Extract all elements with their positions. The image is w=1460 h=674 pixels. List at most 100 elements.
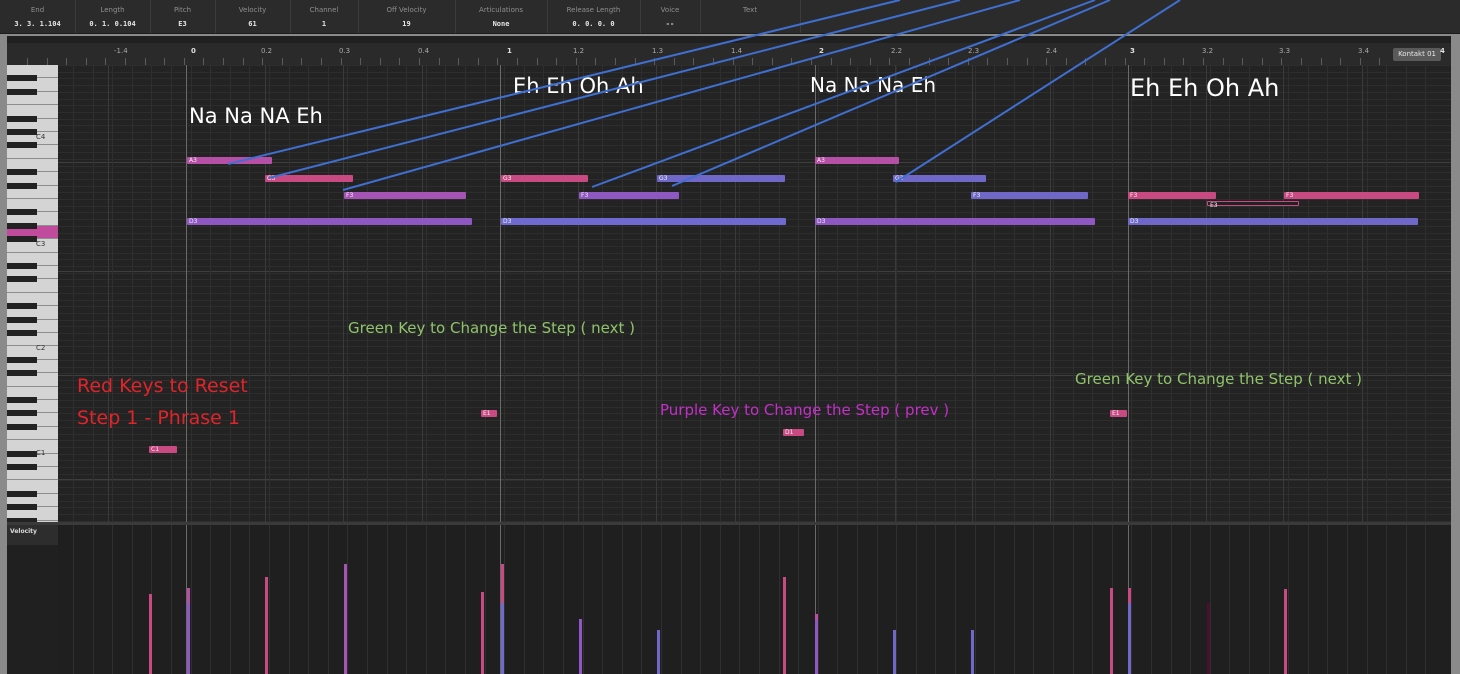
ruler-tick: [1222, 58, 1224, 65]
grid-column: [1288, 65, 1290, 522]
velocity-bar[interactable]: [657, 630, 660, 674]
note-e1[interactable]: E1: [481, 410, 497, 417]
black-key[interactable]: [7, 222, 37, 229]
black-key[interactable]: [7, 504, 37, 511]
info-field-value[interactable]: --: [640, 20, 700, 28]
velocity-bar[interactable]: [1284, 589, 1287, 674]
note-f3[interactable]: F3: [971, 192, 1088, 199]
velocity-grid-line: [719, 525, 721, 674]
note-f3[interactable]: F3: [579, 192, 679, 199]
black-key[interactable]: [7, 356, 37, 363]
info-field-value[interactable]: E3: [150, 20, 215, 28]
note-d3[interactable]: D3: [187, 218, 472, 225]
black-key[interactable]: [7, 316, 37, 323]
black-key[interactable]: [7, 263, 37, 269]
black-key[interactable]: [7, 209, 37, 216]
info-field-value[interactable]: 19: [358, 20, 455, 28]
black-key[interactable]: [7, 423, 37, 430]
note-d3[interactable]: D3: [501, 218, 786, 225]
velocity-bar[interactable]: [893, 630, 896, 674]
info-field[interactable]: Channel 1: [290, 0, 359, 33]
note-e1[interactable]: E1: [1110, 410, 1127, 417]
black-key[interactable]: [7, 75, 37, 82]
info-field[interactable]: Pitch E3: [150, 0, 216, 33]
black-key[interactable]: [7, 276, 37, 283]
note-g3[interactable]: G3: [657, 175, 785, 182]
velocity-grid-line: [347, 525, 349, 674]
black-key[interactable]: [7, 129, 37, 135]
velocity-bar[interactable]: [149, 594, 152, 674]
ruler-tick: [1183, 58, 1185, 65]
velocity-lane[interactable]: [58, 525, 1451, 674]
info-field-value[interactable]: 1: [290, 20, 358, 28]
note-e3[interactable]: E3: [1207, 201, 1299, 209]
info-field[interactable]: Articulations None: [455, 0, 548, 33]
black-key[interactable]: [7, 142, 37, 149]
note-a3[interactable]: A3: [815, 157, 899, 164]
black-key[interactable]: [7, 450, 37, 457]
info-field-value[interactable]: 0. 1. 0.104: [75, 20, 150, 28]
octave-label: C2: [36, 344, 46, 352]
note-f3[interactable]: F3: [1128, 192, 1216, 199]
black-key[interactable]: [7, 490, 37, 497]
note-a3[interactable]: A3: [187, 157, 272, 164]
info-field[interactable]: End 3. 3. 1.104: [0, 0, 76, 33]
velocity-grid-line: [367, 525, 368, 674]
note-f3[interactable]: F3: [344, 192, 466, 199]
grid-row: [58, 507, 1451, 509]
piano-keyboard[interactable]: C4 C3 C2 C1: [7, 65, 59, 534]
track-selector[interactable]: Kontakt 01: [1393, 48, 1441, 61]
black-key[interactable]: [7, 236, 37, 243]
velocity-bar[interactable]: [815, 620, 818, 674]
black-key[interactable]: [7, 370, 37, 377]
velocity-bar[interactable]: [187, 603, 190, 674]
velocity-bar[interactable]: [1207, 603, 1210, 674]
info-field-value[interactable]: 3. 3. 1.104: [0, 20, 75, 28]
info-field[interactable]: Voice --: [640, 0, 701, 33]
ruler-tick: [1144, 58, 1146, 65]
info-field-value[interactable]: None: [455, 20, 547, 28]
info-field[interactable]: Text: [700, 0, 801, 33]
black-key[interactable]: [7, 182, 37, 189]
black-key[interactable]: [7, 88, 37, 95]
note-f3[interactable]: F3: [1284, 192, 1419, 199]
note-d3[interactable]: D3: [815, 218, 1095, 225]
velocity-bar[interactable]: [783, 577, 786, 674]
velocity-bar[interactable]: [265, 577, 268, 674]
ruler-tick: [477, 58, 479, 65]
velocity-bar[interactable]: [971, 630, 974, 674]
info-field-value[interactable]: 0. 0. 0. 0: [547, 20, 640, 28]
ruler-tick: [262, 58, 264, 65]
note-grid[interactable]: A3 G3 F3 D3 G3 F3 G3 D3 A3 G3 F3 D3 F3 E3 F3 D3 C1 E1 D1 E1: [58, 65, 1451, 522]
black-key[interactable]: [7, 330, 37, 336]
grid-row: [58, 306, 1451, 308]
note-d1[interactable]: D1: [783, 429, 804, 436]
info-field[interactable]: Off Velocity 19: [358, 0, 456, 33]
note-c1[interactable]: C1: [149, 446, 177, 453]
controller-lane-header[interactable]: Velocity: [7, 525, 59, 545]
velocity-bar[interactable]: [1110, 588, 1113, 674]
velocity-bar[interactable]: [501, 603, 504, 674]
black-key[interactable]: [7, 410, 37, 417]
black-key[interactable]: [7, 397, 37, 403]
velocity-bar[interactable]: [481, 592, 484, 674]
note-g3[interactable]: G3: [501, 175, 588, 182]
grid-column: [1386, 65, 1388, 522]
info-field-value[interactable]: 61: [215, 20, 290, 28]
note-d3[interactable]: D3: [1128, 218, 1418, 225]
velocity-bar[interactable]: [344, 564, 347, 674]
info-field[interactable]: Release Length 0. 0. 0. 0: [547, 0, 641, 33]
black-key[interactable]: [7, 464, 37, 470]
note-g3[interactable]: G3: [893, 175, 986, 182]
note-g3[interactable]: G3: [265, 175, 353, 182]
black-key[interactable]: [7, 115, 37, 122]
grid-column: [817, 65, 819, 522]
info-field[interactable]: Length 0. 1. 0.104: [75, 0, 151, 33]
velocity-bar[interactable]: [579, 619, 582, 674]
black-key[interactable]: [7, 169, 37, 176]
ruler[interactable]: Kontakt 01 -1.4 0 0.2 0.3 0.4 1 1.2 1.3 1.4 2 2.2 2…: [7, 43, 1451, 66]
velocity-bar[interactable]: [1128, 603, 1131, 674]
info-field[interactable]: Velocity 61: [215, 0, 291, 33]
black-key[interactable]: [7, 303, 37, 310]
annotation-green-key-next-2: Green Key to Change the Step ( next ): [1075, 370, 1362, 388]
